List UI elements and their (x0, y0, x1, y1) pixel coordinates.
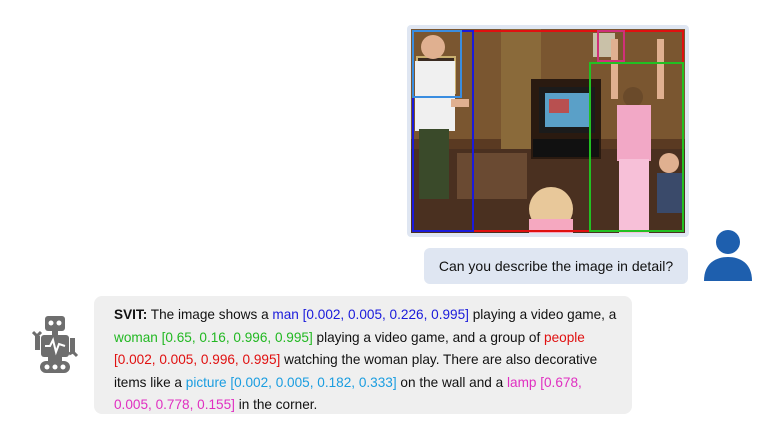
robot-icon (31, 316, 80, 374)
grounded-phrase: woman [0.65, 0.16, 0.996, 0.995] (114, 329, 313, 345)
grounded-phrase: man [0.002, 0.005, 0.226, 0.995] (272, 307, 469, 322)
answer-text-segment: playing a video game, and a group of (312, 329, 545, 345)
user-message-text: Can you describe the image in detail? (438, 258, 674, 274)
answer-text-segment: on the wall and a (396, 374, 507, 390)
assistant-message-text: The image shows a man [0.002, 0.005, 0.2… (114, 307, 616, 412)
user-icon (700, 225, 760, 285)
image-card (407, 25, 689, 237)
user-message-bubble: Can you describe the image in detail? (424, 248, 688, 284)
photo-illustration (411, 29, 685, 233)
scene-photo (411, 29, 685, 233)
answer-text-segment: in the corner. (234, 397, 318, 412)
answer-text-segment: playing a video game, a (468, 307, 617, 322)
speaker-label: SVIT: (114, 307, 148, 322)
grounded-phrase: picture [0.002, 0.005, 0.182, 0.333] (185, 374, 397, 390)
answer-text-segment: The image shows a (147, 307, 273, 322)
assistant-message-bubble: SVIT: The image shows a man [0.002, 0.00… (94, 296, 632, 414)
